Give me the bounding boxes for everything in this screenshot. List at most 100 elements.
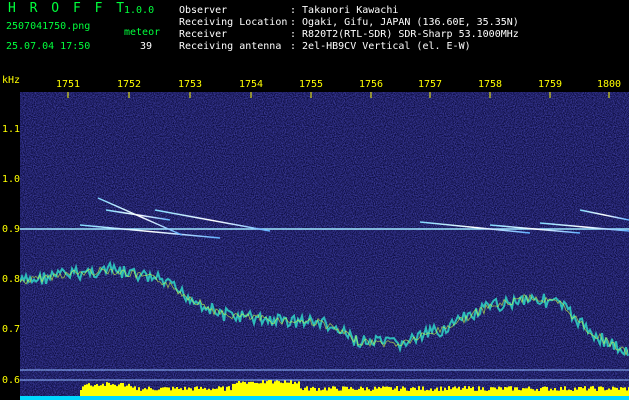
signal-level-bar bbox=[178, 388, 180, 396]
signal-level-bar bbox=[136, 390, 138, 396]
signal-level-bar bbox=[440, 386, 442, 396]
signal-level-bar bbox=[240, 382, 242, 396]
signal-level-bar bbox=[530, 388, 532, 396]
signal-level-bar bbox=[470, 388, 472, 396]
signal-level-bar bbox=[244, 382, 246, 396]
signal-level-bar bbox=[460, 389, 462, 396]
x-tick-1756: 1756 bbox=[358, 79, 384, 90]
signal-level-bar bbox=[548, 390, 550, 396]
signal-level-bar bbox=[202, 388, 204, 396]
x-tick-1758: 1758 bbox=[477, 79, 503, 90]
signal-level-bar bbox=[392, 389, 394, 396]
signal-level-bar bbox=[484, 390, 486, 396]
y-axis-unit: kHz bbox=[2, 75, 21, 86]
signal-level-bar bbox=[94, 385, 96, 396]
signal-level-bar bbox=[210, 390, 212, 396]
signal-level-bar bbox=[110, 384, 112, 396]
signal-level-bar bbox=[282, 383, 284, 396]
signal-level-bar bbox=[186, 389, 188, 396]
signal-level-bar bbox=[120, 382, 122, 396]
signal-level-bar bbox=[156, 390, 158, 396]
signal-level-bar bbox=[414, 387, 416, 396]
signal-level-bar bbox=[300, 388, 302, 396]
signal-level-bar bbox=[198, 388, 200, 396]
signal-level-bar bbox=[326, 390, 328, 396]
signal-level-bar bbox=[314, 387, 316, 396]
signal-level-bar bbox=[446, 389, 448, 396]
signal-level-bar bbox=[294, 381, 296, 396]
signal-level-bar bbox=[278, 381, 280, 396]
signal-level-bar bbox=[620, 387, 622, 396]
signal-level-bar bbox=[370, 390, 372, 396]
signal-level-bar bbox=[194, 387, 196, 396]
signal-level-bar bbox=[288, 382, 290, 396]
signal-level-bar bbox=[306, 386, 308, 396]
signal-level-bar bbox=[96, 384, 98, 396]
signal-level-bar bbox=[88, 383, 90, 396]
signal-level-bar bbox=[340, 390, 342, 396]
signal-level-bar bbox=[394, 388, 396, 396]
signal-level-bar bbox=[150, 388, 152, 396]
signal-level-bar bbox=[468, 386, 470, 396]
signal-level-bar bbox=[296, 383, 298, 396]
signal-level-bar bbox=[572, 390, 574, 396]
signal-level-bar bbox=[192, 390, 194, 396]
signal-level-bar bbox=[608, 388, 610, 396]
signal-level-bar bbox=[172, 386, 174, 396]
signal-level-bar bbox=[618, 389, 620, 396]
signal-level-bar bbox=[408, 390, 410, 396]
signal-level-bar bbox=[272, 383, 274, 396]
signal-level-bar bbox=[600, 386, 602, 396]
signal-level-bar bbox=[482, 387, 484, 396]
y-tick-0-6: 0.6 bbox=[2, 375, 21, 386]
signal-level-bar bbox=[428, 390, 430, 396]
detector-count: 39 bbox=[140, 41, 153, 52]
signal-level-bar bbox=[336, 388, 338, 396]
signal-level-bar bbox=[564, 386, 566, 396]
signal-level-bar bbox=[308, 390, 310, 396]
signal-level-bar bbox=[532, 389, 534, 396]
signal-level-bar bbox=[626, 390, 628, 396]
signal-level-bar bbox=[130, 386, 132, 396]
signal-level-bar bbox=[116, 386, 118, 396]
signal-level-bar bbox=[464, 386, 466, 396]
signal-level-bar bbox=[352, 388, 354, 396]
signal-level-bar bbox=[196, 386, 198, 396]
signal-level-bar bbox=[342, 386, 344, 396]
signal-level-bar bbox=[402, 386, 404, 396]
signal-level-bar bbox=[568, 389, 570, 396]
signal-level-bar bbox=[406, 390, 408, 396]
signal-level-bar bbox=[230, 390, 232, 396]
signal-level-bar bbox=[538, 390, 540, 396]
signal-level-bar bbox=[286, 382, 288, 396]
signal-level-bar bbox=[168, 387, 170, 396]
detector-label: meteor bbox=[124, 27, 161, 38]
signal-level-bar bbox=[528, 386, 530, 396]
signal-level-bar bbox=[134, 386, 136, 396]
signal-level-bar bbox=[594, 388, 596, 396]
signal-level-bar bbox=[98, 385, 100, 396]
signal-level-bar bbox=[330, 388, 332, 396]
signal-level-bar bbox=[610, 389, 612, 396]
signal-level-bar bbox=[270, 380, 272, 396]
signal-level-bar bbox=[226, 386, 228, 396]
signal-level-bar bbox=[200, 386, 202, 396]
signal-level-bar bbox=[242, 381, 244, 396]
signal-level-bar bbox=[298, 381, 300, 396]
spectrogram bbox=[20, 92, 629, 400]
signal-level-bar bbox=[560, 386, 562, 396]
signal-level-bar bbox=[410, 388, 412, 396]
signal-level-bar bbox=[378, 386, 380, 396]
signal-level-bar bbox=[426, 389, 428, 396]
signal-level-bar bbox=[274, 381, 276, 396]
signal-level-bar bbox=[328, 387, 330, 396]
signal-level-bar bbox=[584, 386, 586, 396]
signal-level-bar bbox=[578, 386, 580, 396]
noise-texture bbox=[20, 92, 629, 400]
signal-level-bar bbox=[448, 386, 450, 396]
signal-level-bar bbox=[598, 386, 600, 396]
signal-level-bar bbox=[318, 387, 320, 396]
signal-level-bar bbox=[404, 387, 406, 396]
y-tick-0-8: 0.8 bbox=[2, 274, 21, 285]
signal-level-bar bbox=[248, 382, 250, 396]
